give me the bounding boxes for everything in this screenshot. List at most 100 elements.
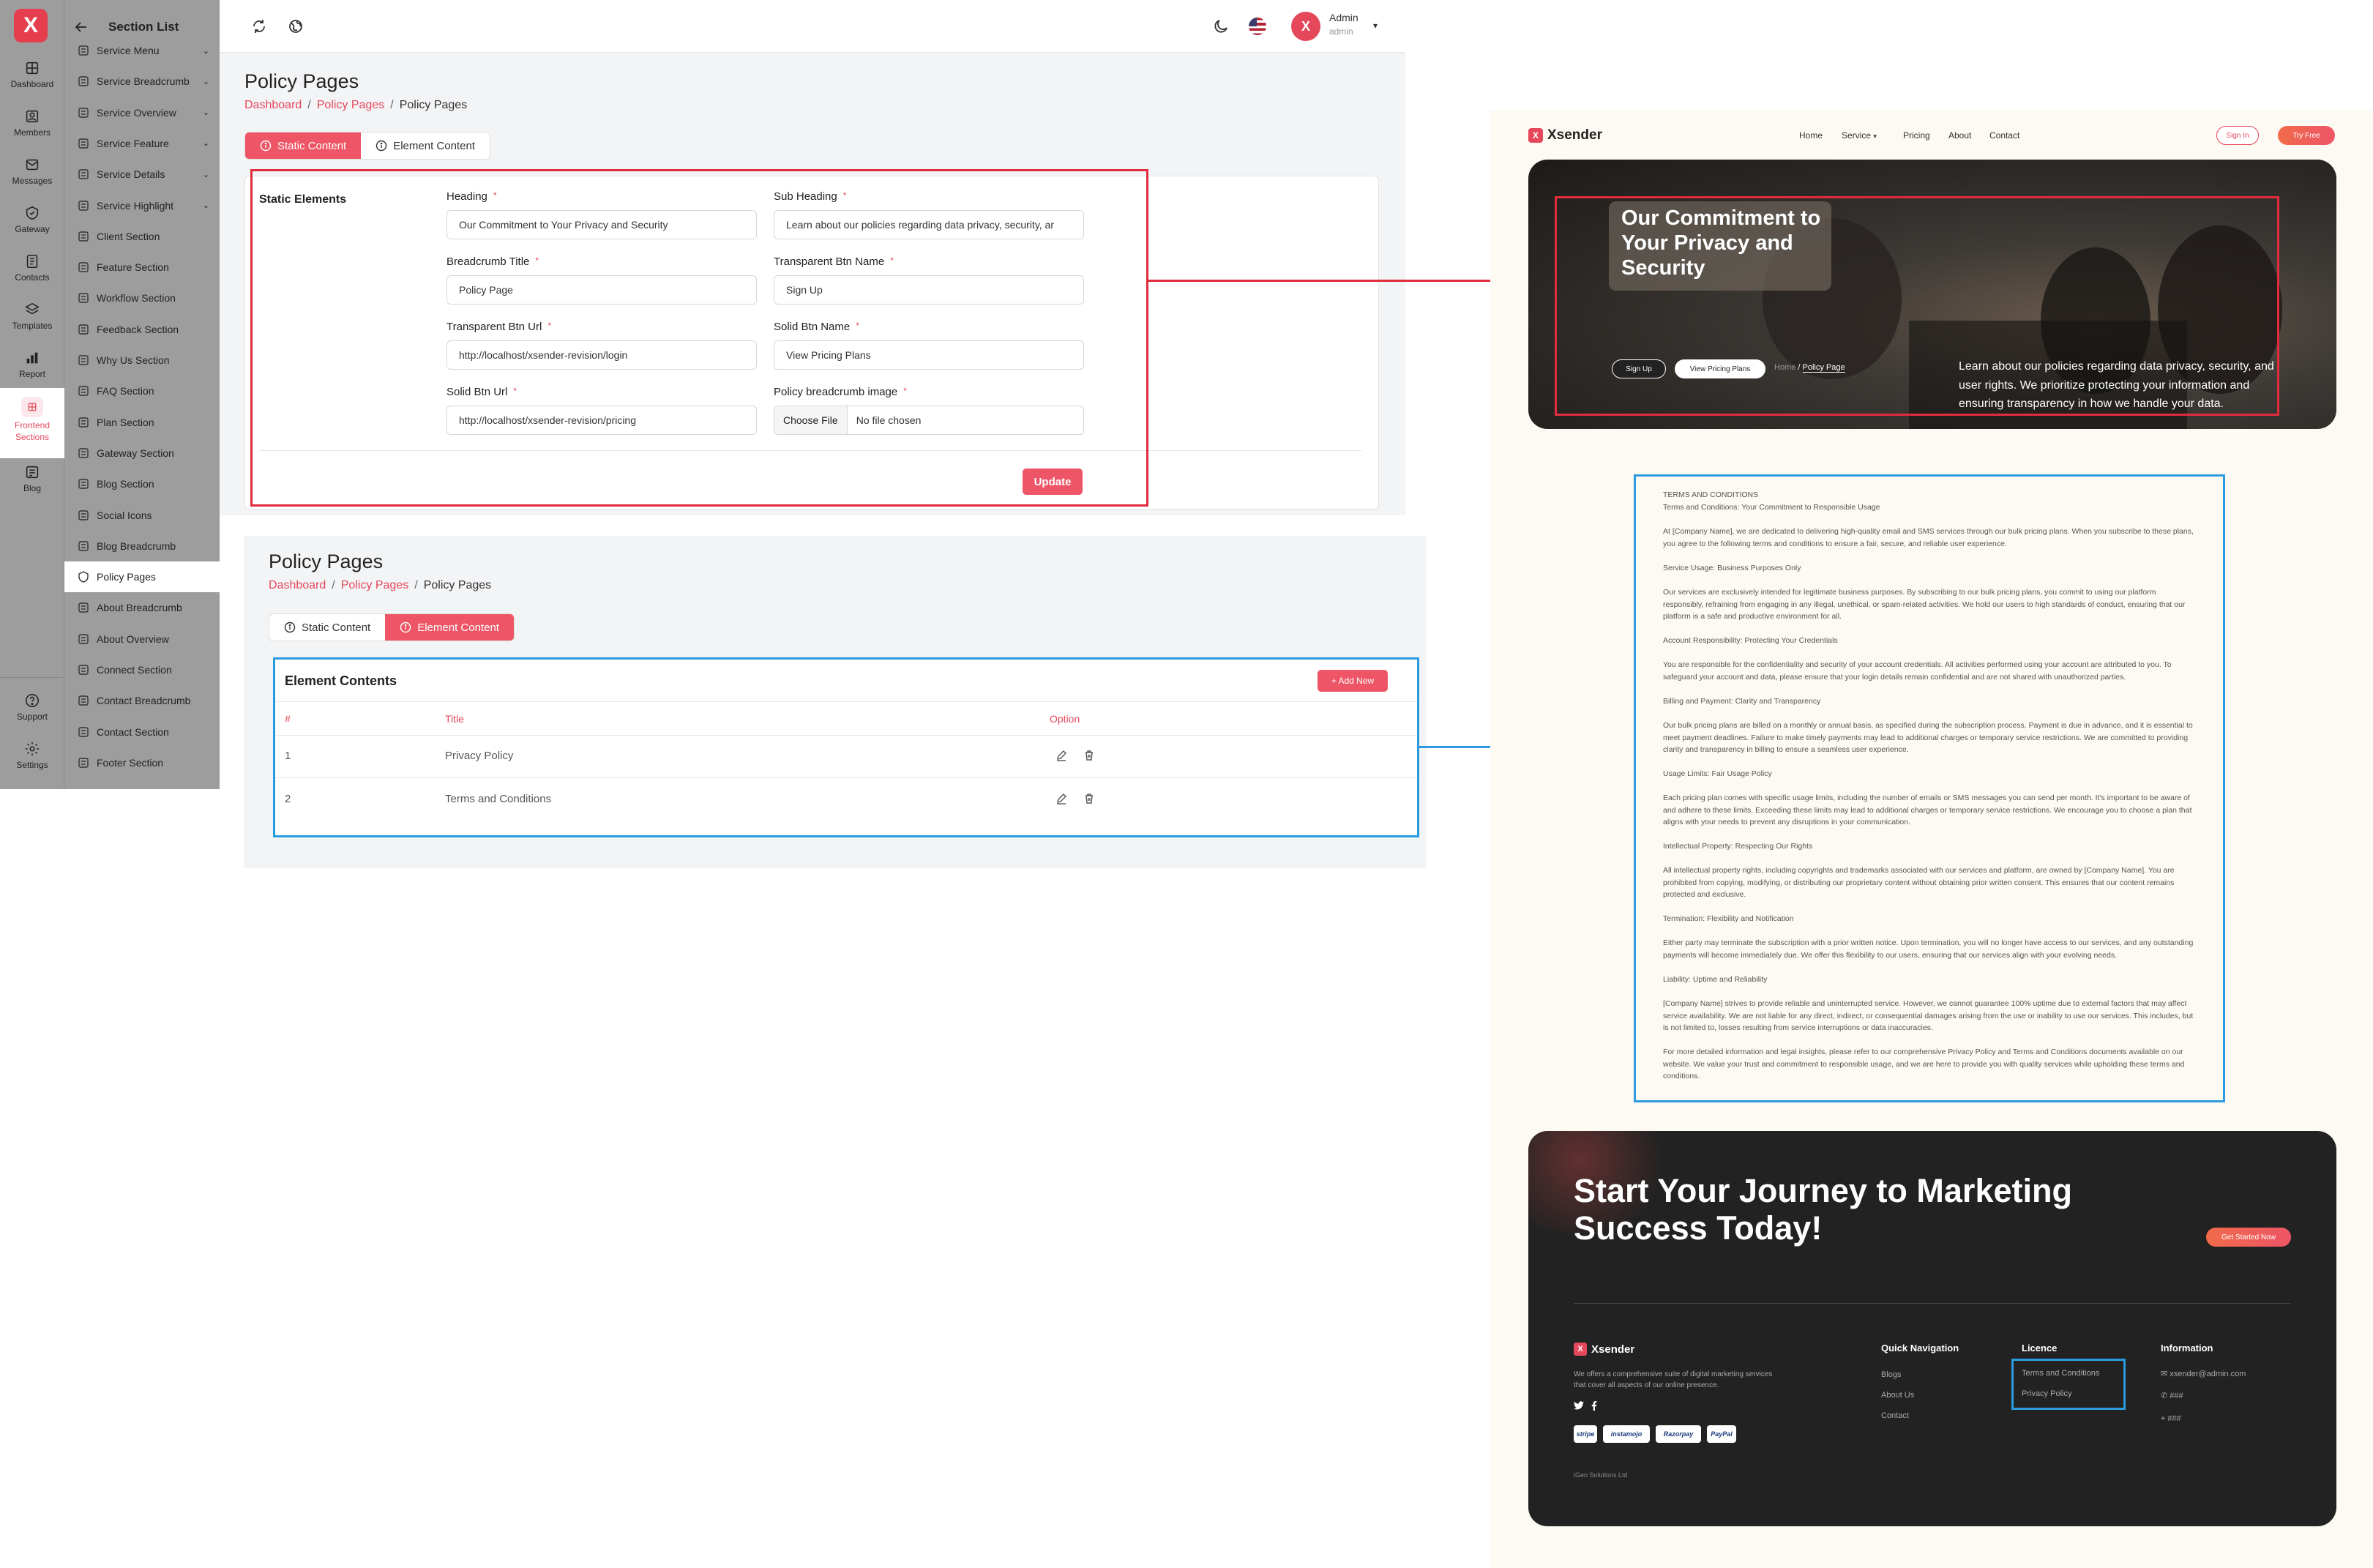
rail-item-templates[interactable]: Templates [0, 302, 64, 332]
section-item[interactable]: Gateway Section [64, 438, 220, 468]
section-item[interactable]: Plan Section [64, 407, 220, 438]
facebook-icon[interactable] [1591, 1401, 1597, 1411]
rail-item-settings[interactable]: Settings [0, 741, 64, 772]
section-item-label: About Overview [97, 632, 169, 645]
app-logo[interactable]: X [14, 9, 48, 42]
section-item[interactable]: Feedback Section [64, 314, 220, 345]
dark-mode-moon-icon[interactable] [1212, 18, 1230, 35]
chevron-down-icon[interactable]: ⌄ [203, 201, 209, 210]
user-avatar[interactable]: X [1291, 12, 1320, 41]
tab-element-content[interactable]: Element Content [361, 132, 490, 159]
back-arrow-icon[interactable] [75, 21, 88, 33]
section-item[interactable]: About Overview [64, 624, 220, 654]
section-item[interactable]: Service Highlight ⌄ [64, 190, 220, 221]
breadcrumb-dashboard[interactable]: Dashboard [244, 99, 302, 111]
highlight-frame-static [250, 169, 1148, 507]
footer-description: We offers a comprehensive suite of digit… [1574, 1370, 1773, 1389]
section-item[interactable]: Workflow Section [64, 283, 220, 313]
rail-item-support[interactable]: Support [0, 692, 64, 723]
try-free-button[interactable]: Try Free [2278, 126, 2335, 145]
section-item[interactable]: FAQ Section [64, 376, 220, 406]
section-item[interactable]: Client Section [64, 221, 220, 252]
us-flag-icon[interactable] [1249, 18, 1266, 35]
breadcrumb-policy-pages[interactable]: Policy Pages [317, 99, 385, 111]
section-icon [78, 169, 89, 179]
rail-label: Frontend Sections [14, 420, 51, 442]
rail-label: Blog [23, 483, 42, 493]
section-item[interactable]: Footer Section [64, 747, 220, 778]
nav-about[interactable]: About [1948, 130, 1971, 141]
globe-icon[interactable] [287, 18, 304, 35]
footer-link-contact[interactable]: Contact [1881, 1411, 1909, 1420]
tab-static-content[interactable]: Static Content [269, 614, 385, 641]
sign-in-button[interactable]: Sign In [2216, 126, 2259, 145]
page-title: Policy Pages [244, 70, 359, 92]
gateway-icon [26, 206, 39, 220]
highlight-frame-policy [1634, 474, 2225, 1102]
info-email: ✉ xsender@admin.com [2161, 1370, 2246, 1378]
section-item[interactable]: Feature Section [64, 252, 220, 283]
section-item[interactable]: Service Feature ⌄ [64, 128, 220, 159]
section-item-label: Service Details [97, 168, 165, 181]
user-menu-caret-icon[interactable]: ▾ [1373, 20, 1378, 31]
section-item[interactable]: Contact Breadcrumb [64, 685, 220, 716]
tab-element-content[interactable]: Element Content [385, 614, 514, 641]
section-item-label: Contact Section [97, 725, 169, 738]
chevron-down-icon[interactable]: ⌄ [203, 46, 209, 56]
section-item[interactable]: Service Menu ⌄ [64, 35, 220, 66]
section-item[interactable]: Contact Section [64, 717, 220, 747]
section-item[interactable]: Service Overview ⌄ [64, 97, 220, 128]
footer-link-about[interactable]: About Us [1881, 1391, 1914, 1400]
section-item[interactable]: About Breadcrumb [64, 592, 220, 623]
rail-item-gateway[interactable]: Gateway [0, 205, 64, 236]
section-item[interactable]: Connect Section [64, 654, 220, 685]
section-item[interactable]: Social Icons [64, 500, 220, 531]
templates-icon [25, 302, 40, 315]
rail-label: Report [18, 369, 46, 379]
rail-label: Members [13, 127, 51, 138]
section-icon [78, 45, 89, 56]
breadcrumb-policy-pages[interactable]: Policy Pages [341, 579, 409, 591]
section-item-label: Blog Breadcrumb [97, 540, 176, 552]
nav-service[interactable]: Service ▾ [1842, 130, 1877, 141]
contacts-icon [26, 254, 38, 269]
rail-item-blog[interactable]: Blog [0, 464, 64, 495]
section-item[interactable]: Policy Pages [64, 561, 220, 593]
get-started-button[interactable]: Get Started Now [2206, 1228, 2291, 1247]
breadcrumb-dashboard[interactable]: Dashboard [269, 579, 326, 591]
section-item[interactable]: Blog Section [64, 468, 220, 499]
tab-static-content[interactable]: Static Content [245, 132, 362, 159]
section-icon [78, 726, 89, 737]
rail-item-dashboard[interactable]: Dashboard [0, 60, 64, 91]
section-item[interactable]: Service Breadcrumb ⌄ [64, 66, 220, 97]
twitter-icon[interactable] [1574, 1401, 1584, 1410]
section-icon [78, 665, 89, 675]
rail-item-contacts[interactable]: Contacts [0, 253, 64, 284]
nav-home[interactable]: Home [1799, 130, 1823, 141]
section-item[interactable]: Service Details ⌄ [64, 159, 220, 190]
shield-icon [78, 571, 89, 583]
rail-item-members[interactable]: Members [0, 108, 64, 139]
section-icon [78, 200, 89, 211]
refresh-icon[interactable] [250, 18, 268, 35]
chevron-down-icon[interactable]: ⌄ [203, 138, 209, 148]
section-item[interactable]: Why Us Section [64, 345, 220, 376]
section-icon [78, 602, 89, 613]
rail-item-frontend-sections[interactable]: Frontend Sections [0, 388, 64, 458]
footer-link-blogs[interactable]: Blogs [1881, 1370, 1902, 1379]
nav-pricing[interactable]: Pricing [1903, 130, 1930, 141]
section-item[interactable]: Blog Breadcrumb [64, 531, 220, 561]
rail-item-messages[interactable]: Messages [0, 157, 64, 187]
nav-contact[interactable]: Contact [1989, 130, 2019, 141]
section-item-label: Service Menu [97, 45, 160, 56]
chevron-down-icon[interactable]: ⌄ [203, 77, 209, 86]
breadcrumb-2: Dashboard / Policy Pages / Policy Pages [269, 579, 492, 591]
section-icon [78, 758, 89, 768]
chevron-down-icon[interactable]: ⌄ [203, 170, 209, 179]
rail-label: Support [16, 712, 48, 722]
rail-item-report[interactable]: Report [0, 350, 64, 381]
footer-brand[interactable]: X Xsender [1574, 1343, 1634, 1356]
section-item-label: Feature Section [97, 261, 169, 274]
chevron-down-icon[interactable]: ⌄ [203, 108, 209, 117]
site-brand[interactable]: X Xsender [1528, 127, 1602, 143]
